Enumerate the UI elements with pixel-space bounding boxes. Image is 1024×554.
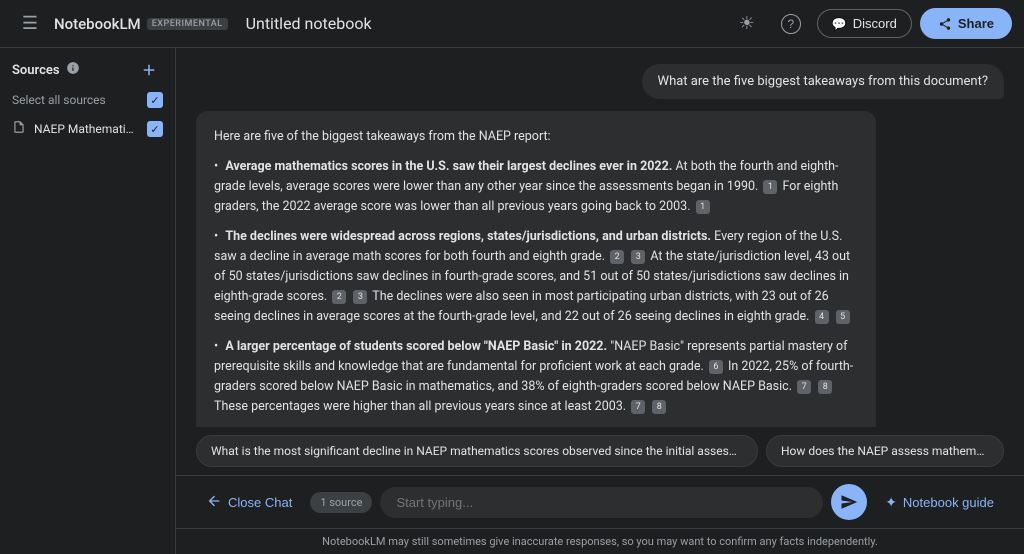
source-checkmark-icon: ✓ [150,123,159,136]
citation-2b[interactable]: 2 [332,290,346,304]
main-layout: Sources Select all sources ✓ [0,48,1024,554]
help-button[interactable]: ? [773,6,809,42]
discord-label: Discord [853,16,897,31]
suggestion-chip-1[interactable]: What is the most significant decline in … [196,435,758,467]
source-count-badge[interactable]: 1 source [310,492,372,513]
citation-1b[interactable]: 1 [696,200,710,214]
checkmark-icon: ✓ [150,94,159,107]
notebook-title[interactable]: Untitled notebook [246,14,372,33]
select-all-row[interactable]: Select all sources ✓ [0,86,175,114]
hamburger-menu-button[interactable]: ☰ [12,6,48,42]
sources-label: Sources [12,63,60,78]
citation-1[interactable]: 1 [763,180,777,194]
discord-icon: 💬 [832,17,847,31]
guide-star-icon: ✦ [885,494,897,511]
close-chat-icon [206,493,222,512]
ai-bullet-3: • A larger percentage of students scored… [214,337,858,417]
bullet-3-text3: These percentages were higher than all p… [214,399,626,414]
source-checkbox[interactable]: ✓ [147,121,163,137]
chat-input[interactable] [396,495,807,510]
sources-info-icon[interactable] [66,61,80,79]
source-item[interactable]: NAEP Mathematics: M... ✓ [0,114,175,144]
citation-7[interactable]: 7 [797,380,811,394]
user-question: What are the five biggest takeaways from… [642,64,1004,99]
ai-bullet-1: • Average mathematics scores in the U.S.… [214,157,858,217]
citation-4[interactable]: 4 [815,310,829,324]
close-chat-button[interactable]: Close Chat [196,487,302,518]
sun-icon: ☀ [739,13,755,34]
select-all-checkbox[interactable]: ✓ [147,92,163,108]
citation-5[interactable]: 5 [836,310,850,324]
help-icon: ? [781,14,801,34]
source-name: NAEP Mathematics: M... [34,122,139,136]
bullet-2-bold: The declines were widespread across regi… [225,229,711,244]
citation-7b[interactable]: 7 [631,400,645,414]
chat-area: What are the five biggest takeaways from… [176,48,1024,427]
share-icon [938,17,952,31]
select-all-label: Select all sources [12,93,106,107]
ai-intro: Here are five of the biggest takeaways f… [214,127,858,147]
logo-area: ☰ NotebookLM EXPERIMENTAL [12,6,228,42]
send-icon [840,493,858,511]
guide-label: Notebook guide [903,495,994,510]
logo-text: NotebookLM [54,15,141,33]
citation-6[interactable]: 6 [709,360,723,374]
bullet-1-bold: Average mathematics scores in the U.S. s… [225,159,672,174]
ai-bullet-2: • The declines were widespread across re… [214,227,858,327]
bullet-3-bold: A larger percentage of students scored b… [225,339,607,354]
citation-3b[interactable]: 3 [353,290,367,304]
document-icon [12,120,26,138]
footer-bar: NotebookLM may still sometimes give inac… [176,528,1024,554]
suggestions-row: What is the most significant decline in … [176,427,1024,475]
share-label: Share [958,16,994,31]
content-area: What are the five biggest takeaways from… [176,48,1024,554]
footer-text: NotebookLM may still sometimes give inac… [322,535,878,548]
send-button[interactable] [831,484,867,520]
sources-header: Sources [0,48,175,86]
sidebar: Sources Select all sources ✓ [0,48,176,554]
theme-toggle-button[interactable]: ☀ [729,6,765,42]
add-source-button[interactable] [135,56,163,84]
suggestion-chip-2[interactable]: How does the NAEP assess mathematics kn [766,435,1004,467]
ai-response-card: Here are five of the biggest takeaways f… [196,111,876,427]
citation-3[interactable]: 3 [631,250,645,264]
logo-badge: EXPERIMENTAL [147,18,228,30]
notebook-guide-button[interactable]: ✦ Notebook guide [875,488,1004,517]
close-chat-label: Close Chat [228,495,292,510]
discord-button[interactable]: 💬 Discord [817,9,912,38]
citation-8b[interactable]: 8 [652,400,666,414]
topnav: ☰ NotebookLM EXPERIMENTAL Untitled noteb… [0,0,1024,48]
citation-8[interactable]: 8 [818,380,832,394]
sources-label-row: Sources [12,61,80,79]
chat-input-wrap [380,487,823,518]
citation-2[interactable]: 2 [610,250,624,264]
share-button[interactable]: Share [920,8,1012,39]
topnav-icons: ☀ ? 💬 Discord Share [729,6,1012,42]
input-row: Close Chat 1 source ✦ Notebook guide [176,475,1024,528]
